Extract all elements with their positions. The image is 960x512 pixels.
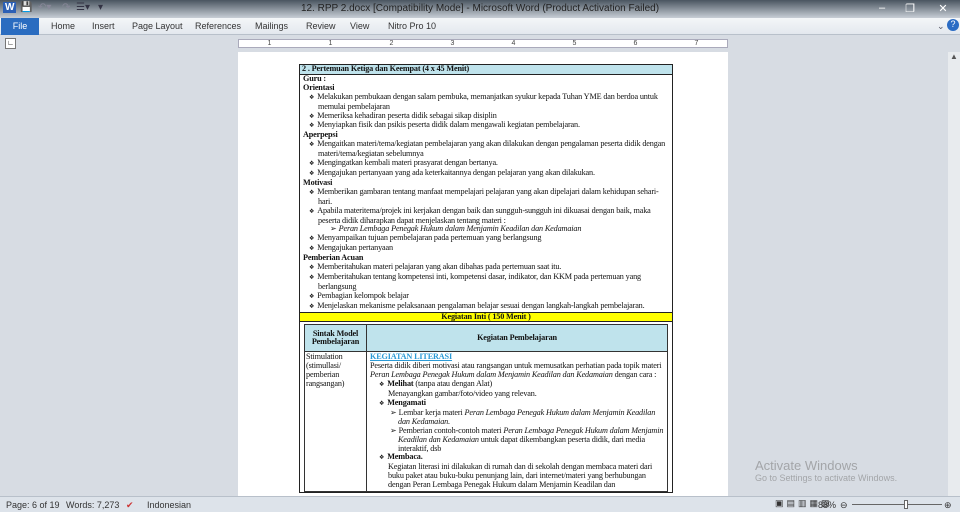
- col-header: Kegiatan Pembelajaran: [367, 325, 667, 353]
- expand-ribbon-icon[interactable]: ⌄: [937, 21, 945, 32]
- zoom-slider-thumb[interactable]: [904, 500, 908, 509]
- tab-insert[interactable]: Insert: [92, 21, 115, 31]
- vertical-scrollbar[interactable]: ▲: [948, 52, 960, 496]
- tab-review[interactable]: Review: [306, 21, 336, 31]
- list-item: Melihat (tanpa atau dengan Alat): [370, 379, 664, 390]
- text: (tanpa atau dengan Alat): [415, 379, 493, 389]
- paragraph: Peserta didik diberi motivasi atau rangs…: [370, 361, 664, 380]
- text: Membaca.: [387, 452, 423, 462]
- ruler-mark: 4: [511, 40, 516, 47]
- list-item: Apabila materitema/projek ini kerjakan d…: [300, 206, 672, 226]
- text: Melihat: [387, 379, 414, 389]
- meeting-header: 2 . Pertemuan Ketiga dan Keempat (4 x 45…: [300, 64, 672, 75]
- text: dengan cara :: [614, 370, 657, 380]
- list-item: Membaca.: [370, 452, 664, 463]
- scroll-up-icon[interactable]: ▲: [948, 52, 960, 61]
- proofing-icon[interactable]: ✔: [126, 500, 134, 511]
- tab-references[interactable]: References: [195, 21, 241, 31]
- word-count[interactable]: Words: 7,273: [66, 500, 119, 510]
- status-bar: Page: 6 of 19 Words: 7,273 ✔ Indonesian …: [0, 496, 960, 512]
- tab-mailings[interactable]: Mailings: [255, 21, 288, 31]
- ruler-mark: 6: [633, 40, 638, 47]
- watermark-sub: Go to Settings to activate Windows.: [755, 473, 898, 483]
- list-item: Menyiapkan fisik dan psikis peserta didi…: [300, 121, 672, 131]
- activation-watermark: Activate Windows Go to Settings to activ…: [755, 458, 897, 483]
- ruler-mark: 2: [389, 40, 394, 47]
- text: Mengamati: [387, 398, 426, 407]
- tab-view[interactable]: View: [350, 21, 369, 31]
- ruler-row: ∟ 1 1 2 3 4 5 6 7: [0, 35, 960, 52]
- list-item: Memberitahukan tentang kompetensi inti, …: [300, 272, 672, 292]
- zoom-level[interactable]: 88%: [818, 500, 836, 510]
- ruler-mark: 5: [572, 40, 577, 47]
- text: Peserta didik diberi motivasi atau rangs…: [370, 361, 662, 371]
- list-item: Mengamati: [370, 398, 664, 409]
- tab-home[interactable]: Home: [51, 21, 75, 31]
- ruler-mark: 1: [267, 40, 272, 47]
- minimize-icon[interactable]: –: [872, 2, 892, 14]
- sub-item: Lembar kerja materi Peran Lembaga Penega…: [370, 407, 664, 427]
- ribbon-tabs: File Home Insert Page Layout References …: [0, 18, 960, 35]
- watermark-title: Activate Windows: [755, 458, 858, 473]
- list-item: Memberikan gambaran tentang manfaat memp…: [300, 187, 672, 207]
- ruler-mark: 3: [450, 40, 455, 47]
- zoom-out-icon[interactable]: ⊖: [840, 500, 848, 511]
- tab-nitro[interactable]: Nitro Pro 10: [388, 21, 436, 31]
- page-count[interactable]: Page: 6 of 19: [6, 500, 60, 510]
- close-icon[interactable]: ✕: [933, 2, 953, 15]
- cell-content: KEGIATAN LITERASI Peserta didik diberi m…: [367, 352, 667, 491]
- zoom-slider[interactable]: [852, 504, 942, 505]
- language[interactable]: Indonesian: [147, 500, 191, 510]
- horizontal-ruler[interactable]: 1 1 2 3 4 5 6 7: [238, 39, 728, 48]
- guru-label: Guru :: [303, 73, 326, 83]
- window-title: 12. RPP 2.docx [Compatibility Mode] - Mi…: [300, 3, 660, 14]
- row-label: Stimulation (stimullasi/ pemberian rangs…: [306, 352, 345, 389]
- ruler-mark: 7: [694, 40, 699, 47]
- list-item: Mengaitkan materi/tema/kegiatan pembelaj…: [300, 139, 672, 159]
- list-item: Menjelaskan mekanisme pelaksanaan pengal…: [300, 301, 672, 312]
- tab-selector[interactable]: ∟: [5, 38, 16, 49]
- kegiatan-inti-header: Kegiatan Inti ( 150 Menit ): [300, 311, 672, 323]
- list-item: Mengajukan pertanyaan: [300, 243, 672, 254]
- list-item: Mengajukan pertanyaan yang ada keterkait…: [300, 168, 672, 179]
- lesson-table[interactable]: 2 . Pertemuan Ketiga dan Keempat (4 x 45…: [299, 64, 673, 494]
- topic: Peran Lembaga Penegak Hukum dalam Menjam…: [370, 370, 613, 380]
- text: Pemberian contoh-contoh materi: [398, 425, 502, 435]
- title-bar: W 💾 ↶▾ ↷ ☰▾ ▾ 12. RPP 2.docx [Compatibil…: [0, 0, 960, 18]
- tab-page-layout[interactable]: Page Layout: [132, 21, 183, 31]
- restore-icon[interactable]: ❐: [900, 2, 920, 15]
- paragraph: Kegiatan literasi ini dilakukan di rumah…: [388, 462, 653, 490]
- sub-item: Pemberian contoh-contoh materi Peran Lem…: [370, 425, 664, 454]
- ruler-mark: 1: [328, 40, 333, 47]
- zoom-in-icon[interactable]: ⊕: [944, 500, 952, 511]
- col-header: Sintak Model Pembelajaran: [305, 325, 366, 353]
- tab-file[interactable]: File: [1, 18, 39, 35]
- help-icon[interactable]: ?: [947, 19, 959, 31]
- inner-table: Sintak Model Pembelajaran Stimulation (s…: [304, 324, 668, 493]
- text: Lembar kerja materi: [398, 407, 463, 417]
- col-sintak: Sintak Model Pembelajaran Stimulation (s…: [305, 325, 367, 492]
- col-kegiatan: Kegiatan Pembelajaran KEGIATAN LITERASI …: [367, 325, 667, 491]
- list-item: Melakukan pembukaan dengan salam pembuka…: [300, 92, 672, 112]
